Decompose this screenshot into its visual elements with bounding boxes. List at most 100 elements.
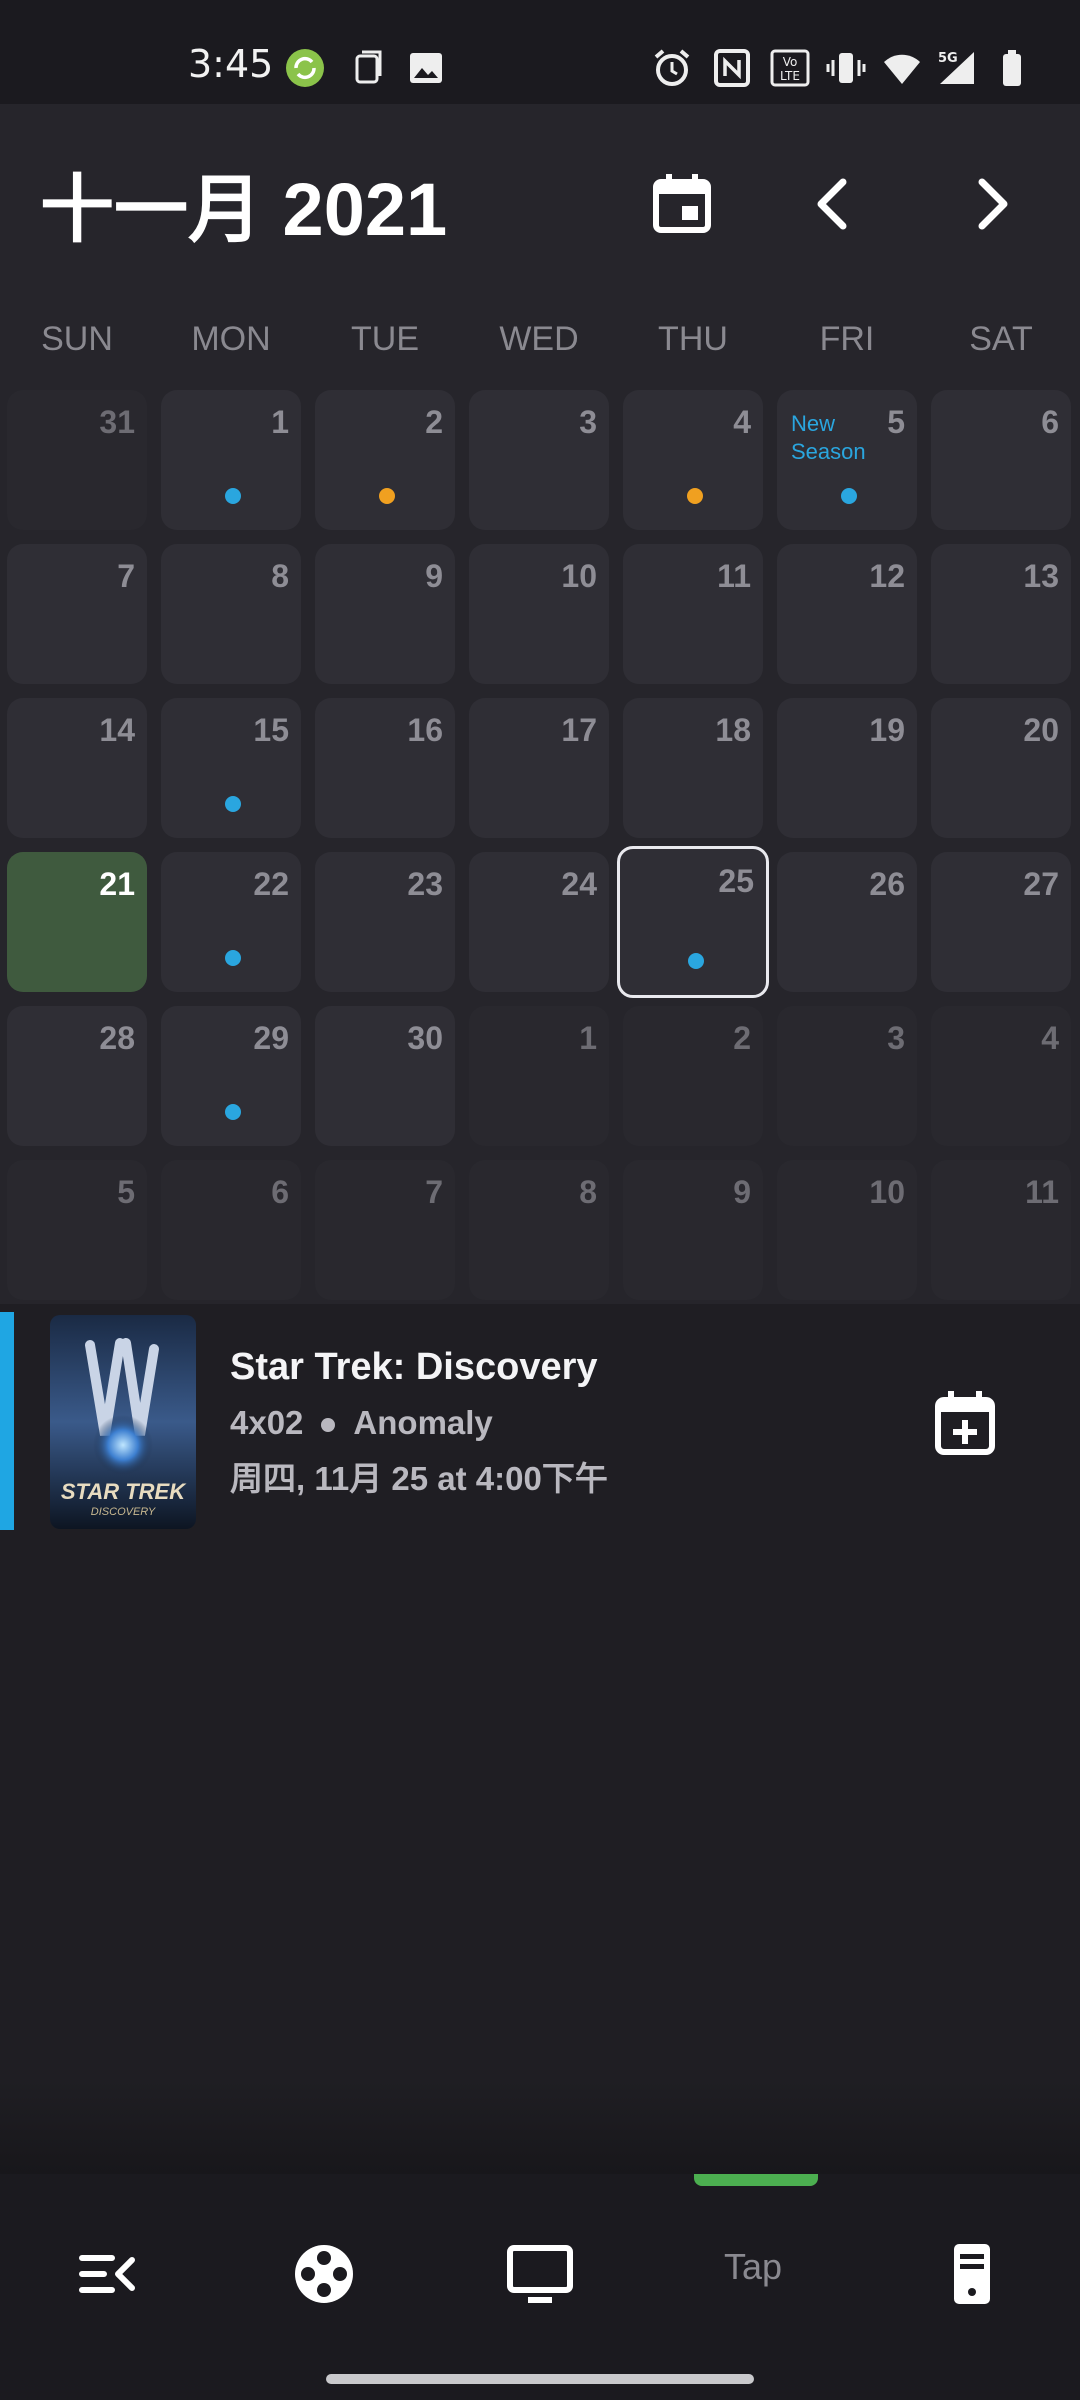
day-cell[interactable]: 29: [161, 1006, 301, 1146]
separator-dot: [321, 1418, 336, 1433]
day-cell[interactable]: 18: [623, 698, 763, 838]
month-title: 十一月 2021: [40, 168, 448, 251]
menu-collapse-icon[interactable]: [68, 2234, 148, 2314]
day-cell[interactable]: 5: [7, 1160, 147, 1300]
episode-color-bar: [0, 1312, 14, 1530]
day-cell-selected[interactable]: 25: [617, 846, 769, 998]
episode-dot: [687, 488, 703, 504]
episode-dot: [225, 488, 241, 504]
day-cell[interactable]: 26: [777, 852, 917, 992]
signal-5g-icon: 5G: [938, 51, 974, 84]
day-cell[interactable]: 13: [931, 544, 1071, 684]
day-cell[interactable]: 15: [161, 698, 301, 838]
clipboard-icon: [355, 50, 382, 84]
day-number: 28: [99, 1020, 135, 1056]
day-cell[interactable]: 10: [777, 1160, 917, 1300]
day-cell[interactable]: 9: [623, 1160, 763, 1300]
episode-title: Anomaly: [353, 1404, 493, 1441]
day-cell[interactable]: 7: [315, 1160, 455, 1300]
tv-icon[interactable]: [500, 2234, 580, 2314]
nfc-icon: [714, 49, 750, 87]
movies-icon[interactable]: [284, 2234, 364, 2314]
day-cell[interactable]: 16: [315, 698, 455, 838]
day-number: 31: [99, 404, 135, 440]
day-cell[interactable]: 9: [315, 544, 455, 684]
show-title: Star Trek: Discovery: [230, 1346, 598, 1388]
day-number: 15: [253, 712, 289, 748]
day-cell[interactable]: 23: [315, 852, 455, 992]
day-cell[interactable]: 28: [7, 1006, 147, 1146]
add-to-calendar-icon[interactable]: [930, 1388, 1000, 1458]
day-cell[interactable]: 2: [623, 1006, 763, 1146]
new-season-label: New Season: [791, 411, 866, 464]
day-cell[interactable]: 19: [777, 698, 917, 838]
day-cell[interactable]: 6: [931, 390, 1071, 530]
episode-info: 4x02 Anomaly: [230, 1404, 493, 1442]
weekday-label: WED: [499, 320, 579, 358]
poster-title: STAR TREK: [61, 1479, 187, 1504]
day-cell[interactable]: 20: [931, 698, 1071, 838]
day-number: 22: [253, 866, 289, 902]
home-gesture-bar[interactable]: [326, 2374, 754, 2384]
tap-label[interactable]: Tap: [724, 2246, 782, 2288]
svg-text:LTE: LTE: [780, 69, 800, 83]
day-cell[interactable]: 22: [161, 852, 301, 992]
day-cell[interactable]: 12: [777, 544, 917, 684]
weekday-label: TUE: [351, 320, 419, 358]
day-cell[interactable]: 1: [469, 1006, 609, 1146]
day-number: 5: [117, 1174, 135, 1210]
day-number: 4: [1041, 1020, 1059, 1056]
day-cell[interactable]: 30: [315, 1006, 455, 1146]
vibrate-icon: [826, 53, 866, 83]
day-number: 12: [869, 558, 905, 594]
day-cell[interactable]: 1: [161, 390, 301, 530]
day-cell[interactable]: 17: [469, 698, 609, 838]
day-cell-today[interactable]: 21: [7, 852, 147, 992]
day-number: 9: [733, 1174, 751, 1210]
weekday-label: SAT: [969, 320, 1033, 358]
day-cell[interactable]: 7: [7, 544, 147, 684]
episode-airtime: 周四, 11月 25 at 4:00下午: [230, 1460, 608, 1497]
day-cell[interactable]: 6: [161, 1160, 301, 1300]
episode-dot: [841, 488, 857, 504]
day-number: 6: [1041, 404, 1059, 440]
battery-icon: [1003, 50, 1021, 86]
day-cell[interactable]: 2: [315, 390, 455, 530]
day-number: 29: [253, 1020, 289, 1056]
day-number: 7: [425, 1174, 443, 1210]
day-cell[interactable]: 10: [469, 544, 609, 684]
day-cell[interactable]: 4: [623, 390, 763, 530]
day-number: 4: [733, 404, 751, 440]
next-month-icon[interactable]: [950, 164, 1030, 244]
day-number: 18: [715, 712, 751, 748]
weekday-label: MON: [191, 320, 271, 358]
day-cell[interactable]: 11: [623, 544, 763, 684]
day-cell[interactable]: 11: [931, 1160, 1071, 1300]
day-cell[interactable]: 8: [161, 544, 301, 684]
day-cell[interactable]: 27: [931, 852, 1071, 992]
bottom-navigation: Tap: [0, 2174, 1080, 2400]
day-cell[interactable]: 4: [931, 1006, 1071, 1146]
day-cell[interactable]: 31: [7, 390, 147, 530]
today-calendar-icon[interactable]: [642, 164, 722, 244]
day-cell[interactable]: 24: [469, 852, 609, 992]
show-poster[interactable]: STAR TREK DISCOVERY: [50, 1315, 196, 1529]
day-number: 3: [887, 1020, 905, 1056]
day-number: 21: [99, 866, 135, 902]
day-cell[interactable]: 3: [777, 1006, 917, 1146]
wifi-icon: [884, 54, 920, 84]
day-cell[interactable]: New Season 5: [777, 390, 917, 530]
day-cell[interactable]: 3: [469, 390, 609, 530]
day-cell[interactable]: 14: [7, 698, 147, 838]
previous-month-icon[interactable]: [795, 164, 875, 244]
weekday-label: SUN: [41, 320, 113, 358]
server-icon[interactable]: [932, 2234, 1012, 2314]
day-cell[interactable]: 8: [469, 1160, 609, 1300]
day-number: 19: [869, 712, 905, 748]
day-number: 16: [407, 712, 443, 748]
day-number: 9: [425, 558, 443, 594]
episode-dot: [379, 488, 395, 504]
day-number: 27: [1023, 866, 1059, 902]
day-number: 11: [717, 558, 751, 594]
episode-row[interactable]: STAR TREK DISCOVERY Star Trek: Discovery…: [0, 1312, 1080, 1532]
